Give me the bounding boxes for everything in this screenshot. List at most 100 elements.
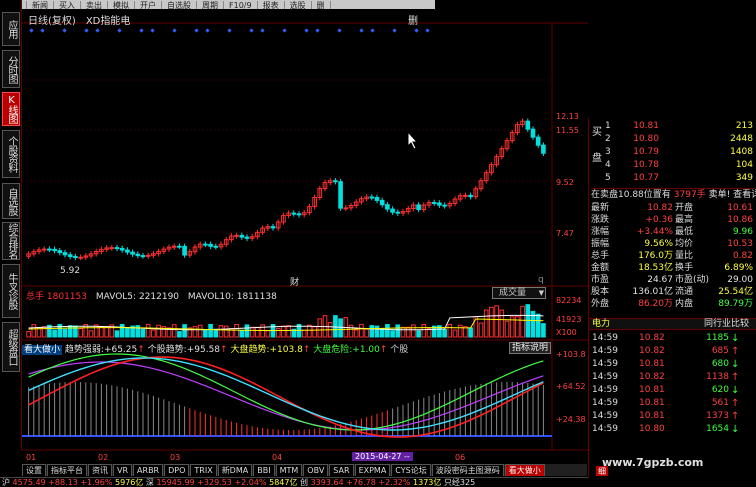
volume-bar: [395, 324, 401, 338]
detail-button[interactable]: 细: [596, 466, 608, 476]
industry-label[interactable]: 电力: [592, 319, 610, 330]
indicator-tab[interactable]: 波段密码主图源码: [431, 464, 504, 476]
sz-label: 深: [145, 478, 154, 487]
menu-item[interactable]: 卖出: [81, 1, 108, 9]
menu-item[interactable]: F10/9: [224, 1, 258, 9]
left-tab[interactable]: 应用: [2, 12, 20, 46]
summary-value-2: 10.61: [727, 203, 753, 213]
left-tab[interactable]: 自选股: [2, 183, 20, 219]
menu-item[interactable]: 开户: [135, 1, 162, 9]
status-tail: 只经325: [443, 478, 476, 487]
tick-row: 14:59 10.81 680 ↓: [589, 358, 756, 371]
event-marker-icon: [370, 28, 375, 33]
sz-amount: 5847亿: [269, 478, 298, 487]
menu-item[interactable]: 周期: [197, 1, 224, 9]
indicator-tab[interactable]: SAR: [329, 464, 354, 476]
indicator-tab[interactable]: ARBR: [133, 464, 164, 476]
menu-item[interactable]: 模拟: [108, 1, 135, 9]
menu-item[interactable]: 选股: [285, 1, 312, 9]
volume-bar: [307, 324, 312, 338]
summary-label: 总手: [591, 251, 610, 261]
left-tab[interactable]: 个股资料: [2, 130, 20, 178]
summary-value-2: 6.89%: [724, 263, 753, 273]
volume-bar: [218, 325, 224, 338]
industry-compare-link[interactable]: 同行业比较: [704, 319, 749, 330]
order-level: 1: [605, 121, 611, 131]
order-book-row[interactable]: 盘 4 10.78 104: [589, 153, 756, 172]
tick-row: 14:59 10.82 685 ↑: [589, 345, 756, 358]
indicator-tab[interactable]: 资讯: [88, 464, 112, 476]
tick-price: 10.82: [639, 346, 665, 356]
mavol10-line: [28, 318, 544, 332]
summary-row: 总手 176.0万 量比 0.82: [591, 250, 755, 262]
left-tab[interactable]: 综合排名: [2, 222, 20, 260]
candle-body: [114, 247, 120, 250]
period-mode[interactable]: 日线(复权): [28, 16, 76, 27]
indicator-tab[interactable]: MTM: [275, 464, 303, 476]
left-tab[interactable]: K线图: [2, 92, 20, 126]
delete-button[interactable]: 删: [408, 12, 418, 27]
menu-item[interactable]: 报表: [258, 1, 285, 9]
candle-body: [52, 248, 57, 252]
volume-bar: [104, 326, 109, 338]
summary-value: +0.36: [645, 215, 673, 225]
mavol5-label: MAVOL5:: [95, 292, 137, 302]
sell-info-hands: 3797手: [673, 190, 706, 200]
candle-body: [73, 256, 78, 259]
summary-label: 市盈: [591, 275, 610, 285]
finance-marker[interactable]: 财: [290, 275, 299, 288]
candle-body: [213, 245, 219, 248]
summary-value: +3.44%: [636, 227, 673, 237]
order-book-row[interactable]: 1 10.81 213: [589, 120, 756, 133]
volume-bar: [478, 322, 484, 338]
candle-body: [182, 245, 187, 256]
menu-item[interactable]: 自选股: [162, 1, 197, 9]
summary-label-2: 均价: [675, 239, 694, 249]
sell-info-link[interactable]: 卖单! 查看详细: [709, 190, 756, 200]
indicator-name[interactable]: 看大做小: [22, 345, 63, 355]
volume-selector-label: 成交量: [499, 288, 527, 298]
arrow-down-icon: ↓: [731, 359, 740, 370]
indicator-tab[interactable]: 新DMA: [217, 464, 253, 476]
menu-item[interactable]: 买入: [54, 1, 81, 9]
volume-bar: [338, 318, 343, 338]
indicator-tab[interactable]: 指标平台: [47, 464, 87, 476]
tick-price: 10.80: [639, 424, 665, 434]
indicator-tab[interactable]: 设置: [22, 464, 46, 476]
event-marker-icon: [139, 28, 144, 33]
summary-label-2: 量比: [675, 251, 694, 261]
candle-body: [468, 194, 473, 198]
order-level: 4: [605, 160, 611, 170]
volume-bar: [265, 330, 271, 338]
candle-body: [385, 204, 390, 210]
indicator-tab[interactable]: CYS论坛: [391, 464, 431, 476]
indicator-tab[interactable]: VR: [113, 464, 133, 476]
order-book-row[interactable]: 3 10.79 1408: [589, 146, 756, 159]
main-indicator-name[interactable]: XD指能电: [86, 16, 131, 27]
left-tab[interactable]: 超级盘口: [2, 322, 20, 372]
summary-row: 金额 18.53亿 换手 6.89%: [591, 262, 755, 274]
indicator-tab[interactable]: DPO: [164, 464, 190, 476]
indicator-tab[interactable]: TRIX: [190, 464, 217, 476]
indicator-explain-button[interactable]: 指标说明: [509, 342, 551, 354]
candle-body: [390, 208, 395, 213]
left-tab[interactable]: 牛叉诊股: [2, 264, 20, 318]
event-marker-icon: [40, 28, 45, 33]
menu-item[interactable]: 删: [312, 1, 331, 9]
tick-price: 10.81: [639, 385, 665, 395]
price-tick-3: 9.52: [556, 178, 574, 187]
left-tab[interactable]: 分时图: [2, 50, 20, 88]
event-marker-icon: [84, 28, 89, 33]
indicator-tab[interactable]: BBI: [253, 464, 275, 476]
menu-item[interactable]: 新闻: [27, 1, 54, 9]
indicator-tab[interactable]: EXPMA: [354, 464, 391, 476]
order-book-row[interactable]: 5 10.77 349: [589, 172, 756, 185]
tick-time: 14:59: [592, 385, 618, 395]
candle-body: [135, 253, 141, 257]
indicator-tab[interactable]: 看大做小: [504, 464, 545, 476]
candle-body: [369, 196, 375, 199]
candle-body: [130, 251, 135, 255]
order-book-row[interactable]: 买 2 10.80 2448: [589, 127, 756, 146]
volume-selector[interactable]: 成交量 ▼: [492, 287, 546, 299]
indicator-tab[interactable]: OBV: [303, 464, 329, 476]
